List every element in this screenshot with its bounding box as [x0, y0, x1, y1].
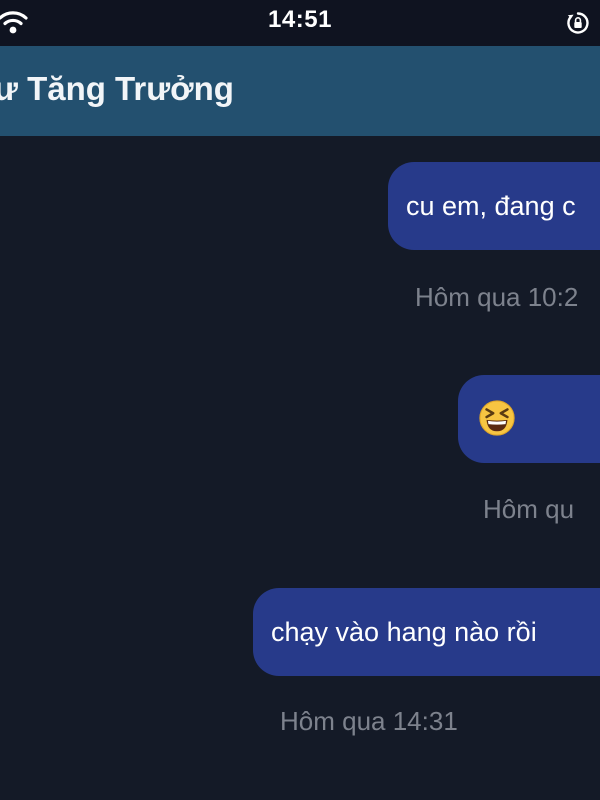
chat-screen: 14:51 ư Tăng Trưởng cu em, đang c Hôm qu…: [0, 0, 600, 800]
message-timestamp: Hôm qu: [483, 494, 575, 524]
grinning-squinting-face-icon: [479, 400, 515, 436]
message-timestamp: Hôm qua 10:2: [415, 282, 579, 312]
message-bubble[interactable]: [458, 375, 600, 463]
status-bar: 14:51: [0, 0, 600, 46]
message-bubble[interactable]: chạy vào hang nào rồi: [253, 588, 600, 676]
chat-title[interactable]: ư Tăng Trưởng: [0, 70, 234, 108]
message-timestamp: Hôm qua 14:31: [280, 706, 458, 736]
message-text: chạy vào hang nào rồi: [271, 617, 537, 647]
status-time: 14:51: [268, 6, 332, 33]
rotation-lock-icon: [567, 12, 589, 34]
message-text: cu em, đang c: [406, 191, 576, 221]
message-bubble[interactable]: cu em, đang c: [388, 162, 600, 250]
chat-header: ư Tăng Trưởng: [0, 46, 600, 136]
